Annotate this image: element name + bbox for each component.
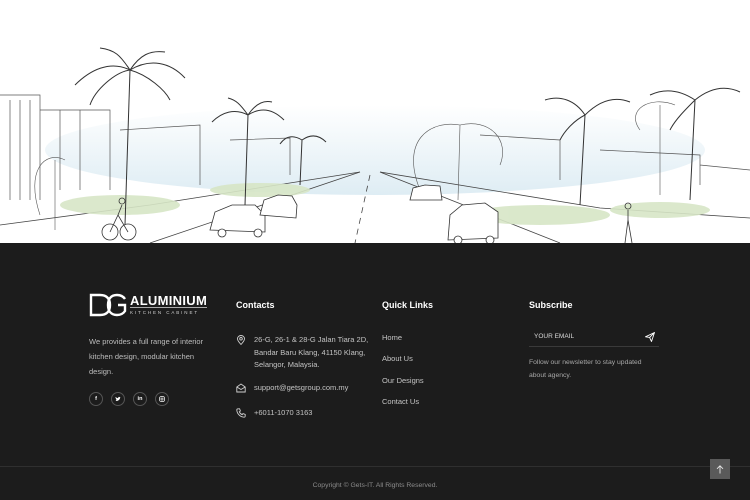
company-logo[interactable]: ALUMINIUM KITCHEN CABINET <box>89 293 208 317</box>
linkedin-icon[interactable]: in <box>133 392 147 406</box>
contact-email[interactable]: support@getsgroup.com.my <box>236 382 372 395</box>
phone-icon <box>236 408 246 418</box>
quick-links-heading: Quick Links <box>382 300 434 310</box>
quick-link-home[interactable]: Home <box>382 333 402 342</box>
facebook-icon[interactable]: f <box>89 392 103 406</box>
envelope-icon <box>236 383 246 393</box>
footer-divider <box>0 466 750 467</box>
location-pin-icon <box>237 335 245 345</box>
instagram-icon[interactable] <box>155 392 169 406</box>
twitter-bird-glyph <box>115 396 121 401</box>
copyright-text: Copyright © Gets-IT. All Rights Reserved… <box>312 482 438 489</box>
linkedin-glyph: in <box>137 396 143 402</box>
newsletter-note: Follow our newsletter to stay updated ab… <box>529 359 642 379</box>
logo-sub-text: KITCHEN CABINET <box>130 307 208 316</box>
street-sketch-image <box>0 0 750 243</box>
quick-link-contact-us[interactable]: Contact Us <box>382 397 419 406</box>
logo-wordmark: ALUMINIUM KITCHEN CABINET <box>130 293 208 316</box>
instagram-glyph <box>159 396 165 402</box>
email-text[interactable]: support@getsgroup.com.my <box>254 382 372 395</box>
contact-phone[interactable]: +6011-1070 3163 <box>236 407 372 420</box>
contacts-heading: Contacts <box>236 300 275 310</box>
newsletter-form: YOUR EMAIL <box>529 327 659 347</box>
quick-link-our-designs[interactable]: Our Designs <box>382 376 424 385</box>
send-icon[interactable] <box>645 331 655 342</box>
quick-link-about-us[interactable]: About Us <box>382 354 413 363</box>
email-subscribe-input[interactable]: YOUR EMAIL <box>529 333 645 340</box>
site-footer: ALUMINIUM KITCHEN CABINET We provides a … <box>0 243 750 500</box>
phone-text[interactable]: +6011-1070 3163 <box>254 407 372 420</box>
brand-description: We provides a full range of interior kit… <box>89 337 204 376</box>
facebook-glyph: f <box>95 396 97 402</box>
back-to-top-button[interactable] <box>710 459 730 479</box>
subscribe-heading: Subscribe <box>529 300 573 310</box>
twitter-icon[interactable] <box>111 392 125 406</box>
social-links: f in <box>89 392 169 406</box>
dg-logo-icon <box>89 293 127 317</box>
contact-address: 26-G, 26-1 & 28-G Jalan Tiara 2D, Bandar… <box>236 334 372 372</box>
arrow-up-icon <box>716 464 724 473</box>
address-text: 26-G, 26-1 & 28-G Jalan Tiara 2D, Bandar… <box>254 335 369 369</box>
logo-main-text: ALUMINIUM <box>130 293 208 308</box>
hero-illustration <box>0 0 750 243</box>
